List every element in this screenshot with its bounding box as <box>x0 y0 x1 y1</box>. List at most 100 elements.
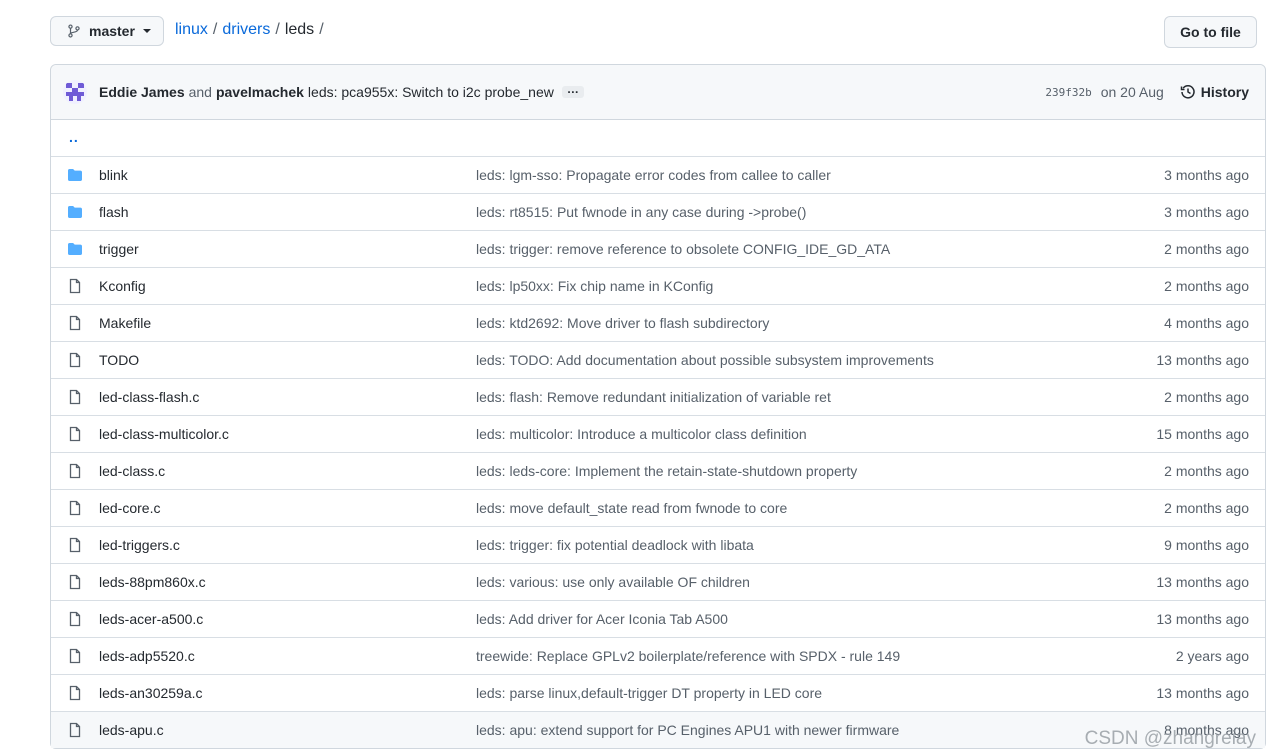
commit-author-link[interactable]: Eddie James <box>99 84 185 100</box>
file-name-link[interactable]: led-triggers.c <box>99 537 180 553</box>
file-name-link[interactable]: led-class-flash.c <box>99 389 199 405</box>
breadcrumb-separator: / <box>212 21 218 38</box>
table-row[interactable]: leds-apu.c leds: apu: extend support for … <box>51 711 1265 748</box>
file-icon <box>69 389 81 405</box>
file-name-link[interactable]: blink <box>99 167 128 183</box>
table-row[interactable]: leds-adp5520.c treewide: Replace GPLv2 bo… <box>51 637 1265 674</box>
avatar[interactable] <box>63 80 87 104</box>
file-icon <box>69 648 81 664</box>
file-commit-message-link[interactable]: leds: various: use only available OF chi… <box>476 574 750 590</box>
commit-sha-link[interactable]: 239f32b <box>1045 86 1091 99</box>
table-row[interactable]: led-class-flash.c leds: flash: Remove red… <box>51 378 1265 415</box>
file-commit-age: 15 months ago <box>1156 426 1249 442</box>
breadcrumb-separator: / <box>275 21 280 38</box>
file-name-link[interactable]: leds-apu.c <box>99 722 164 738</box>
file-name-link[interactable]: leds-adp5520.c <box>99 648 195 664</box>
file-name-link[interactable]: led-class.c <box>99 463 165 479</box>
file-commit-age: 3 months ago <box>1164 167 1249 183</box>
parent-directory-row[interactable]: .. <box>51 120 1265 156</box>
file-name-link[interactable]: led-core.c <box>99 500 160 516</box>
file-commit-age: 2 months ago <box>1164 500 1249 516</box>
table-row[interactable]: leds-88pm860x.c leds: various: use only a… <box>51 563 1265 600</box>
commit-expand-button[interactable]: … <box>561 83 584 98</box>
branch-selector-button[interactable]: master <box>50 16 164 46</box>
table-row[interactable]: flash leds: rt8515: Put fwnode in any cas… <box>51 193 1265 230</box>
file-icon <box>69 315 81 331</box>
go-to-file-button[interactable]: Go to file <box>1164 16 1257 48</box>
history-icon <box>1180 85 1195 99</box>
file-commit-age: 4 months ago <box>1164 315 1249 331</box>
file-commit-age: 13 months ago <box>1156 352 1249 368</box>
parent-directory-link[interactable]: .. <box>69 129 79 145</box>
table-row[interactable]: led-class.c leds: leds-core: Implement th… <box>51 452 1265 489</box>
file-commit-message-link[interactable]: leds: apu: extend support for PC Engines… <box>476 722 899 738</box>
file-commit-age: 2 months ago <box>1164 463 1249 479</box>
file-icon <box>69 611 81 627</box>
top-bar: master linux / drivers / leds / Go to fi… <box>50 16 1257 48</box>
file-name-link[interactable]: Makefile <box>99 315 151 331</box>
file-commit-message-link[interactable]: leds: lp50xx: Fix chip name in KConfig <box>476 278 713 294</box>
file-commit-message-link[interactable]: leds: multicolor: Introduce a multicolor… <box>476 426 807 442</box>
file-commit-age: 9 months ago <box>1164 537 1249 553</box>
file-icon <box>69 722 81 738</box>
file-commit-message-link[interactable]: leds: lgm-sso: Propagate error codes fro… <box>476 167 831 183</box>
file-icon <box>69 685 81 701</box>
table-row[interactable]: Makefile leds: ktd2692: Move driver to fl… <box>51 304 1265 341</box>
file-name-link[interactable]: leds-88pm860x.c <box>99 574 206 590</box>
file-icon <box>69 278 81 294</box>
file-commit-age: 2 months ago <box>1164 278 1249 294</box>
file-commit-message-link[interactable]: leds: flash: Remove redundant initializa… <box>476 389 831 405</box>
table-row[interactable]: led-triggers.c leds: trigger: fix potenti… <box>51 526 1265 563</box>
file-icon <box>69 537 81 553</box>
file-commit-message-link[interactable]: leds: rt8515: Put fwnode in any case dur… <box>476 204 806 220</box>
file-commit-age: 2 months ago <box>1164 389 1249 405</box>
table-row[interactable]: led-core.c leds: move default_state read … <box>51 489 1265 526</box>
file-name-link[interactable]: flash <box>99 204 129 220</box>
file-commit-message-link[interactable]: treewide: Replace GPLv2 boilerplate/refe… <box>476 648 900 664</box>
table-row[interactable]: Kconfig leds: lp50xx: Fix chip name in KC… <box>51 267 1265 304</box>
folder-icon <box>68 206 82 218</box>
file-icon <box>69 463 81 479</box>
file-commit-message-link[interactable]: leds: trigger: remove reference to obsol… <box>476 241 890 257</box>
breadcrumb-link-linux[interactable]: linux <box>175 21 208 39</box>
file-commit-message-link[interactable]: leds: trigger: fix potential deadlock wi… <box>476 537 754 553</box>
file-name-link[interactable]: led-class-multicolor.c <box>99 426 229 442</box>
file-name-link[interactable]: TODO <box>99 352 139 368</box>
file-name-link[interactable]: Kconfig <box>99 278 146 294</box>
commit-and-text: and <box>188 84 212 100</box>
file-commit-age: 13 months ago <box>1156 574 1249 590</box>
file-name-link[interactable]: trigger <box>99 241 139 257</box>
identicon-icon <box>63 80 87 104</box>
file-name-link[interactable]: leds-an30259a.c <box>99 685 203 701</box>
table-row[interactable]: trigger leds: trigger: remove reference t… <box>51 230 1265 267</box>
commit-date: on 20 Aug <box>1100 84 1164 100</box>
file-commit-age: 13 months ago <box>1156 685 1249 701</box>
commit-coauthor-link[interactable]: pavelmachek <box>216 84 304 100</box>
latest-commit-bar: Eddie James and pavelmachek leds: pca955… <box>51 65 1265 120</box>
table-row[interactable]: blink leds: lgm-sso: Propagate error code… <box>51 156 1265 193</box>
caret-down-icon <box>143 29 151 33</box>
folder-icon <box>68 243 82 255</box>
breadcrumb-link-drivers[interactable]: drivers <box>222 21 270 39</box>
table-row[interactable]: led-class-multicolor.c leds: multicolor: … <box>51 415 1265 452</box>
breadcrumb-separator: / <box>319 21 324 38</box>
file-commit-message-link[interactable]: leds: leds-core: Implement the retain-st… <box>476 463 857 479</box>
file-commit-age: 2 years ago <box>1175 648 1249 664</box>
commit-message-link[interactable]: leds: pca955x: Switch to i2c probe_new <box>308 84 554 100</box>
file-list-box: Eddie James and pavelmachek leds: pca955… <box>50 64 1266 749</box>
file-commit-message-link[interactable]: leds: parse linux,default-trigger DT pro… <box>476 685 822 701</box>
file-commit-message-link[interactable]: leds: Add driver for Acer Iconia Tab A50… <box>476 611 728 627</box>
file-name-link[interactable]: leds-acer-a500.c <box>99 611 203 627</box>
history-link[interactable]: History <box>1180 84 1249 100</box>
table-row[interactable]: leds-acer-a500.c leds: Add driver for Ace… <box>51 600 1265 637</box>
file-commit-message-link[interactable]: leds: TODO: Add documentation about poss… <box>476 352 934 368</box>
table-row[interactable]: leds-an30259a.c leds: parse linux,default… <box>51 674 1265 711</box>
table-row[interactable]: TODO leds: TODO: Add documentation about … <box>51 341 1265 378</box>
branch-label: master <box>89 23 135 39</box>
file-icon <box>69 574 81 590</box>
file-commit-message-link[interactable]: leds: move default_state read from fwnod… <box>476 500 787 516</box>
breadcrumb: linux / drivers / leds / <box>175 21 329 39</box>
file-commit-message-link[interactable]: leds: ktd2692: Move driver to flash subd… <box>476 315 769 331</box>
file-commit-age: 3 months ago <box>1164 204 1249 220</box>
file-icon <box>69 500 81 516</box>
